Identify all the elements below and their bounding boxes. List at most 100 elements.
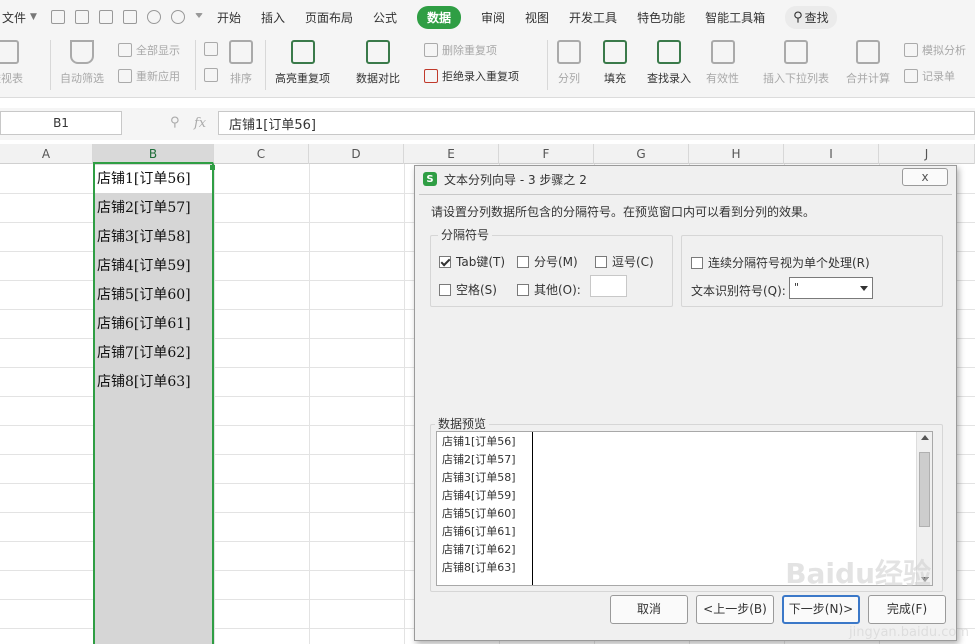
show-all-button[interactable]: 全部显示	[118, 42, 180, 58]
menu-tab-4[interactable]: 数据	[417, 5, 462, 29]
cell-b5[interactable]: 店铺5[订单60]	[97, 281, 191, 310]
record-form-button[interactable]: 记录单	[904, 68, 955, 84]
other-checkbox[interactable]	[517, 283, 529, 296]
sort-button[interactable]: 排序	[229, 40, 253, 86]
menu-tab-9[interactable]: 智能工具箱	[705, 6, 765, 29]
cancel-button[interactable]: 取消	[610, 595, 688, 624]
simulate-analysis-button[interactable]: 模拟分析	[904, 42, 966, 58]
column-header-c[interactable]: C	[214, 144, 309, 164]
column-header-j[interactable]: J	[879, 144, 975, 164]
column-header-a[interactable]: A	[0, 144, 93, 164]
remove-duplicates-button[interactable]: 删除重复项	[424, 42, 497, 58]
column-header-i[interactable]: I	[784, 144, 879, 164]
scroll-thumb[interactable]	[919, 452, 930, 527]
reject-duplicates-button[interactable]: 拒绝录入重复项	[424, 68, 519, 84]
menu-tab-1[interactable]: 插入	[261, 6, 285, 29]
comma-option[interactable]: 逗号(C)	[595, 253, 654, 270]
menu-tab-7[interactable]: 开发工具	[569, 6, 617, 29]
lookup-entry-button[interactable]: 查找录入	[647, 40, 691, 86]
scroll-up-icon[interactable]	[921, 435, 929, 440]
merge-calc-button[interactable]: 合并计算	[846, 40, 890, 86]
pivot-table-label: 透视表	[0, 72, 23, 85]
reapply-label: 重新应用	[136, 70, 180, 83]
column-break-line[interactable]	[532, 432, 533, 585]
text-qualifier-select[interactable]: "	[789, 277, 873, 299]
reapply-icon	[118, 69, 132, 83]
close-button[interactable]: x	[902, 168, 948, 186]
undo-icon[interactable]	[146, 10, 161, 24]
split-button[interactable]: 分列	[557, 40, 581, 86]
cell-b3[interactable]: 店铺3[订单58]	[97, 223, 191, 252]
more-icon[interactable]	[194, 13, 203, 21]
remove-duplicates-label: 删除重复项	[442, 44, 497, 57]
file-menu[interactable]: 文件 ▼	[2, 9, 37, 26]
menu-tab-6[interactable]: 视图	[525, 6, 549, 29]
column-header-b[interactable]: B	[93, 144, 214, 164]
column-header-g[interactable]: G	[594, 144, 689, 164]
pivot-table-button[interactable]: 透视表	[0, 40, 23, 86]
chevron-down-icon: ▼	[30, 12, 37, 22]
cell-b7[interactable]: 店铺7[订单62]	[97, 339, 191, 368]
search-box[interactable]: ⚲ 查找	[785, 5, 837, 29]
column-header-f[interactable]: F	[499, 144, 594, 164]
menu-tab-2[interactable]: 页面布局	[305, 6, 353, 29]
redo-icon[interactable]	[170, 10, 185, 24]
name-box[interactable]: B1	[0, 111, 122, 135]
cell-b2[interactable]: 店铺2[订单57]	[97, 194, 191, 223]
watermark-url: jingyan.baidu.com	[849, 625, 969, 640]
lookup-entry-icon	[657, 40, 681, 64]
space-label: 空格(S)	[456, 283, 497, 297]
cell-b6[interactable]: 店铺6[订单61]	[97, 310, 191, 339]
print-preview-icon[interactable]	[122, 10, 137, 24]
semicolon-option[interactable]: 分号(M)	[517, 253, 578, 270]
insert-dropdown-button[interactable]: 插入下拉列表	[763, 40, 829, 86]
next-button[interactable]: 下一步(N)>	[782, 595, 860, 624]
ribbon-toolbar: 透视表 自动筛选 全部显示 重新应用 排序 高亮重复项 数据对比 删除重复项 拒…	[0, 34, 975, 98]
data-compare-button[interactable]: 数据对比	[356, 40, 400, 86]
column-header-d[interactable]: D	[309, 144, 404, 164]
consecutive-label: 连续分隔符号视为单个处理(R)	[708, 256, 870, 270]
tab-option[interactable]: Tab键(T)	[439, 253, 505, 270]
consecutive-option[interactable]: 连续分隔符号视为单个处理(R)	[691, 254, 870, 271]
data-compare-icon	[366, 40, 390, 64]
finish-button[interactable]: 完成(F)	[868, 595, 946, 624]
space-option[interactable]: 空格(S)	[439, 281, 497, 298]
highlight-duplicates-button[interactable]: 高亮重复项	[275, 40, 330, 86]
formula-input[interactable]: 店铺1[订单56]	[218, 111, 975, 135]
menu-tab-3[interactable]: 公式	[373, 6, 397, 29]
cell-b4[interactable]: 店铺4[订单59]	[97, 252, 191, 281]
other-option[interactable]: 其他(O):	[517, 281, 581, 298]
revert-icon[interactable]	[74, 10, 89, 24]
column-header-e[interactable]: E	[404, 144, 499, 164]
fx-icon[interactable]: fx	[194, 116, 206, 131]
back-button[interactable]: <上一步(B)	[696, 595, 774, 624]
sort-descending-button[interactable]	[204, 68, 222, 82]
save-icon[interactable]	[50, 10, 65, 24]
column-header-h[interactable]: H	[689, 144, 784, 164]
fill-button[interactable]: 填充	[603, 40, 627, 86]
other-delimiter-input[interactable]	[590, 275, 627, 297]
menu-tab-8[interactable]: 特色功能	[637, 6, 685, 29]
sort-ascending-button[interactable]	[204, 42, 222, 56]
gridline	[404, 164, 405, 644]
comma-checkbox[interactable]	[595, 255, 607, 268]
validity-button[interactable]: 有效性	[706, 40, 739, 86]
consecutive-checkbox[interactable]	[691, 256, 703, 269]
simulate-analysis-icon	[904, 43, 918, 57]
cell-b8[interactable]: 店铺8[订单63]	[97, 368, 191, 397]
preview-row: 店铺5[订单60]	[442, 507, 516, 520]
gridline	[309, 164, 310, 644]
tab-checkbox[interactable]	[439, 255, 451, 268]
autofilter-button[interactable]: 自动筛选	[60, 40, 104, 86]
menu-tab-0[interactable]: 开始	[217, 6, 241, 29]
space-checkbox[interactable]	[439, 283, 451, 296]
dialog-titlebar[interactable]: S 文本分列向导 - 3 步骤之 2	[415, 166, 956, 192]
semicolon-checkbox[interactable]	[517, 255, 529, 268]
print-icon[interactable]	[98, 10, 113, 24]
insert-dropdown-icon	[784, 40, 808, 64]
fill-handle[interactable]	[210, 165, 215, 170]
reapply-button[interactable]: 重新应用	[118, 68, 180, 84]
menu-tab-5[interactable]: 审阅	[481, 6, 505, 29]
validity-icon	[710, 40, 735, 64]
cell-b1[interactable]: 店铺1[订单56]	[97, 165, 191, 194]
